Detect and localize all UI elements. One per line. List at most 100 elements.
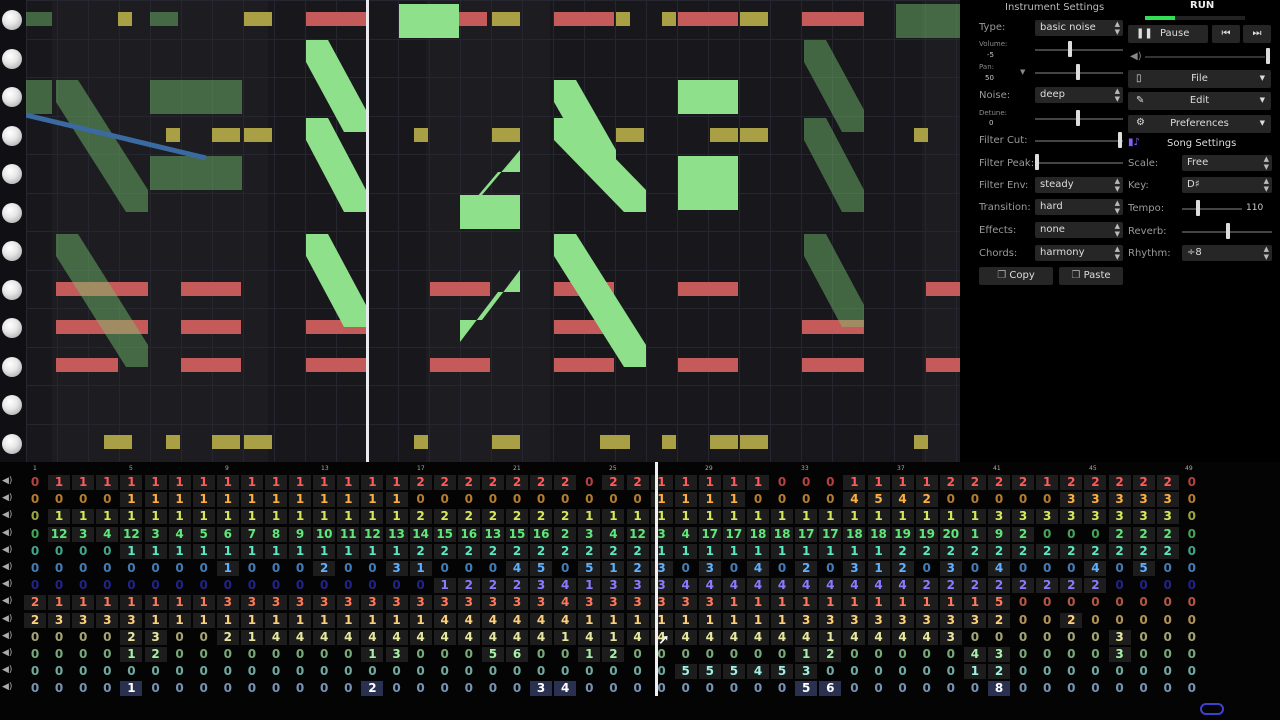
piano-key[interactable]	[2, 125, 22, 146]
pattern-cell[interactable]: 0	[120, 664, 142, 679]
pattern-cell[interactable]: 3	[530, 578, 553, 594]
pattern-cell[interactable]: 1	[722, 543, 745, 559]
pattern-cell[interactable]: 1	[771, 595, 794, 611]
pattern-cell[interactable]: 1	[337, 612, 360, 628]
pattern-cell[interactable]: 0	[651, 647, 673, 662]
pattern-cell[interactable]: 1	[771, 543, 794, 559]
pattern-cell[interactable]: 1	[698, 475, 721, 490]
pattern-cell[interactable]: 2	[554, 475, 577, 490]
pattern-cell[interactable]: 0	[578, 681, 600, 696]
pattern-cell[interactable]: 4	[674, 578, 697, 594]
pattern-cell[interactable]: 2	[24, 595, 46, 611]
pattern-cell[interactable]: 0	[747, 681, 769, 696]
pattern-cell[interactable]: 2	[626, 543, 649, 559]
pattern-cell[interactable]: 1	[192, 543, 215, 559]
pattern-cell[interactable]: 0	[193, 681, 215, 696]
pattern-cell[interactable]: 1	[891, 595, 914, 611]
pattern-cell[interactable]: 0	[1084, 630, 1106, 645]
pattern-cell[interactable]: 0	[361, 561, 383, 576]
pattern-cell[interactable]: 0	[1181, 561, 1203, 576]
pattern-cell[interactable]: 1	[96, 509, 119, 525]
pattern-cell[interactable]: 1	[240, 612, 263, 628]
pattern-cell[interactable]: 1	[578, 509, 601, 525]
pattern-cell[interactable]: 0	[988, 492, 1010, 507]
pattern-cell[interactable]: 0	[289, 681, 311, 696]
pattern-cell[interactable]: 1	[144, 595, 167, 611]
pattern-cell[interactable]: 3	[988, 509, 1010, 525]
pattern-cell[interactable]: 2	[554, 526, 577, 542]
pattern-cell[interactable]: 1	[216, 543, 239, 559]
pattern-cell[interactable]: 0	[1181, 527, 1203, 542]
pattern-cell[interactable]: 1	[240, 475, 263, 490]
pattern-cell[interactable]: 0	[193, 664, 215, 679]
note-slide[interactable]	[804, 234, 864, 327]
pattern-cell[interactable]: 0	[723, 647, 745, 662]
pattern-cell[interactable]: 0	[1084, 613, 1106, 628]
pattern-cell[interactable]: 1	[891, 509, 914, 525]
pattern-cell[interactable]: 0	[771, 647, 793, 662]
pattern-cell[interactable]: 3	[578, 595, 601, 611]
pattern-cell[interactable]: 18	[867, 526, 890, 542]
pattern-cell[interactable]: 4	[265, 629, 287, 645]
piano-key[interactable]	[2, 318, 22, 338]
pattern-cell[interactable]: 0	[313, 681, 335, 696]
tempo-slider-thumb[interactable]	[1196, 200, 1200, 216]
pattern-cell[interactable]: 1	[168, 509, 191, 525]
pattern-cell[interactable]: 0	[96, 681, 118, 696]
pattern-cell[interactable]: 1	[698, 492, 721, 508]
note-grid[interactable]	[26, 0, 960, 462]
pattern-cell[interactable]: 4	[554, 681, 577, 697]
pattern-cell[interactable]: 0	[48, 630, 70, 645]
pattern-cell[interactable]: 0	[940, 647, 962, 662]
pattern-cell[interactable]: 3	[650, 526, 673, 542]
pattern-cell[interactable]: 0	[819, 561, 841, 576]
pattern-cell[interactable]: 3	[602, 578, 625, 594]
pattern-cell[interactable]: 3	[795, 612, 818, 628]
pattern-cell[interactable]: 2	[433, 543, 456, 559]
pattern-cell[interactable]: 3	[698, 561, 721, 576]
pattern-cell[interactable]: 1	[240, 509, 263, 525]
pattern-cell[interactable]: 1	[819, 509, 842, 525]
pattern-cell[interactable]: 0	[1157, 681, 1179, 696]
pattern-cell[interactable]: 0	[434, 681, 456, 696]
pattern-cell[interactable]: 1	[361, 475, 384, 490]
pattern-cell[interactable]: 2	[915, 543, 938, 559]
pattern-cell[interactable]: 2	[1156, 526, 1179, 542]
pattern-cell[interactable]: 1	[240, 629, 263, 645]
pattern-cell[interactable]: 1	[1036, 475, 1059, 490]
pattern-cell[interactable]: 0	[458, 647, 480, 662]
pattern-cell[interactable]: 0	[530, 647, 552, 662]
pattern-cell[interactable]: 0	[819, 492, 841, 507]
pattern-cell[interactable]: 1	[819, 543, 842, 559]
pattern-cell[interactable]: 2	[481, 509, 504, 525]
pattern-cell[interactable]: 1	[602, 509, 625, 525]
pattern-cell[interactable]: 1	[433, 578, 456, 594]
pattern-cell[interactable]: 0	[48, 492, 70, 507]
pattern-cell[interactable]: 0	[868, 681, 890, 696]
pattern-cell[interactable]: 3	[578, 526, 601, 542]
pattern-cell[interactable]: 0	[530, 492, 552, 507]
pattern-cell[interactable]: 4	[795, 629, 818, 645]
copy-button[interactable]: ❐ Copy	[979, 267, 1053, 285]
volume-slider-thumb[interactable]	[1068, 41, 1072, 57]
pattern-cell[interactable]: 0	[1036, 681, 1058, 696]
pattern-cell[interactable]: 3	[337, 595, 360, 611]
piano-key[interactable]	[2, 395, 22, 415]
pattern-cell[interactable]: 0	[1012, 681, 1034, 696]
pattern-cell[interactable]: 3	[361, 595, 384, 611]
pattern-cell[interactable]: 0	[96, 647, 118, 662]
pattern-cell[interactable]: 2	[988, 543, 1010, 559]
piano-key[interactable]	[2, 202, 22, 223]
pattern-cell[interactable]: 2	[409, 475, 432, 490]
pattern-cell[interactable]: 1	[650, 509, 673, 525]
pattern-cell[interactable]: 4	[602, 526, 625, 542]
pattern-cell[interactable]: 0	[48, 647, 70, 662]
pattern-cell[interactable]: 1	[265, 612, 287, 628]
pattern-cell[interactable]: 1	[698, 543, 721, 559]
pan-slider-thumb[interactable]	[1076, 64, 1080, 80]
pattern-cell[interactable]: 1	[578, 578, 601, 594]
pattern-cell[interactable]: 0	[843, 681, 865, 696]
pattern-cell[interactable]: 2	[1156, 475, 1179, 490]
channel-row[interactable]: ◀) 0 0 0 0 0 0 0 0 0 0 0 0 0 0 0 0 0 1 2 2 2 3 4 1 3 3 3 4 4 4 4 4 4 4 4 4 4 2…	[0, 577, 1280, 594]
edit-menu-button[interactable]: ✎ Edit ▼	[1128, 92, 1271, 110]
